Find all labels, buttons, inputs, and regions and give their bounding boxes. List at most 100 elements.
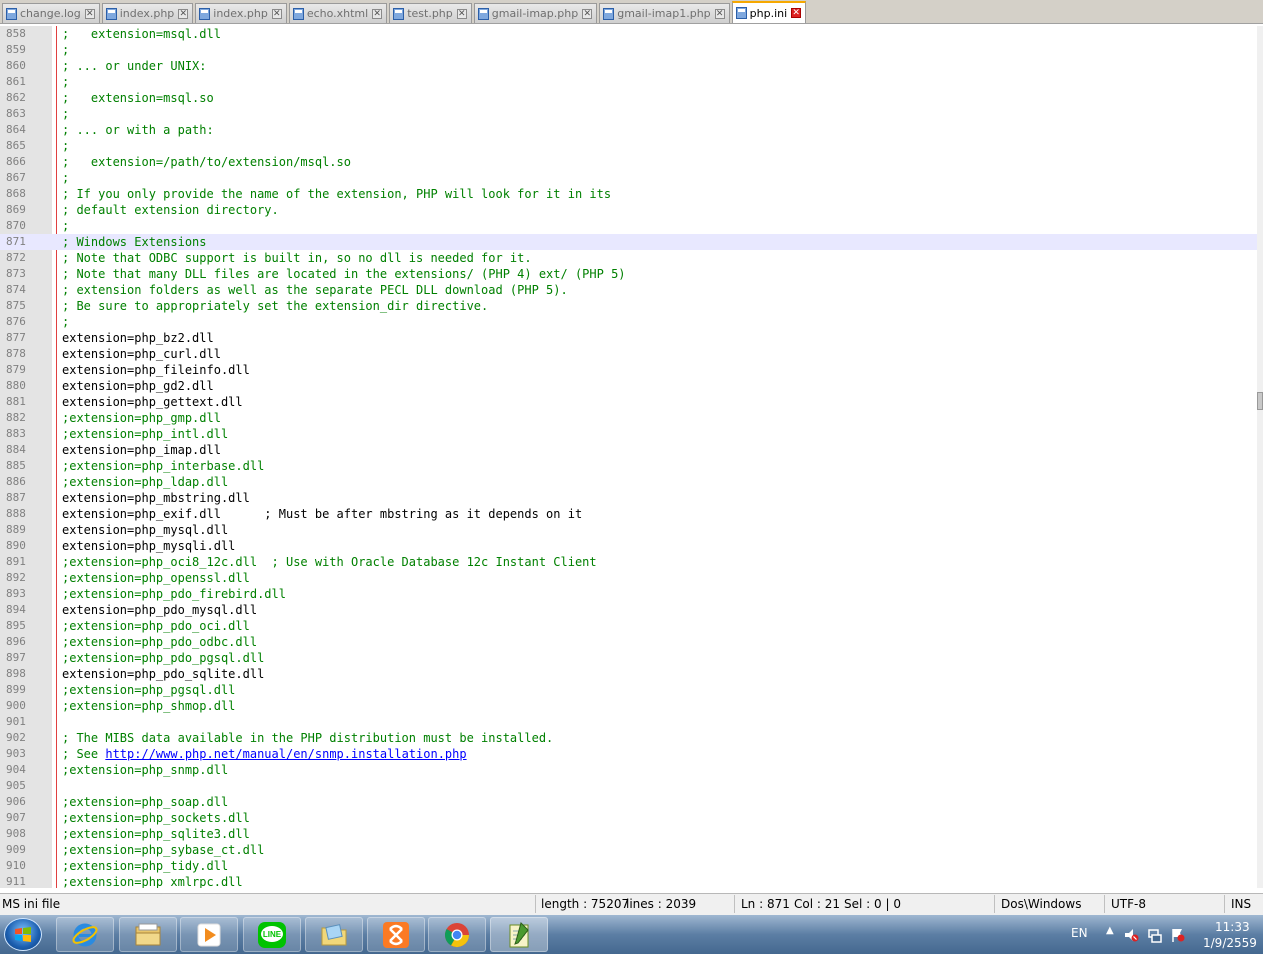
code-line[interactable]: 882 ;extension=php_gmp.dll — [0, 410, 1257, 426]
taskbar-file-explorer[interactable] — [119, 917, 177, 952]
code-line[interactable]: 870; — [0, 218, 1257, 234]
code-line[interactable]: 885 ;extension=php_interbase.dll — [0, 458, 1257, 474]
close-tab-icon[interactable]: ✕ — [791, 8, 802, 18]
code-content: ;extension=php_tidy.dll — [62, 859, 229, 873]
taskbar-internet-explorer[interactable] — [56, 917, 114, 952]
code-text: ; The MIBS data available in the PHP dis… — [62, 730, 553, 746]
code-line[interactable]: 872 ; Note that ODBC support is built in,… — [0, 250, 1257, 266]
code-line[interactable]: 907 ;extension=php_sockets.dll — [0, 810, 1257, 826]
code-line[interactable]: 878 extension=php_curl.dll — [0, 346, 1257, 362]
code-line[interactable]: 905 — [0, 778, 1257, 794]
code-line[interactable]: 898 extension=php_pdo_sqlite.dll — [0, 666, 1257, 682]
taskbar-chrome[interactable] — [428, 917, 486, 952]
code-line[interactable]: 896 ;extension=php_pdo_odbc.dll — [0, 634, 1257, 650]
tab-index-php[interactable]: index.php ✕ — [101, 3, 194, 23]
code-line[interactable]: 888 extension=php_exif.dll ; Must be afte… — [0, 506, 1257, 522]
taskbar-line[interactable]: LINE — [243, 917, 301, 952]
code-line[interactable]: 886 ;extension=php_ldap.dll — [0, 474, 1257, 490]
code-line[interactable]: 897 ;extension=php_pdo_pgsql.dll — [0, 650, 1257, 666]
vertical-scrollbar[interactable] — [1257, 26, 1263, 888]
code-line[interactable]: 906 ;extension=php_soap.dll — [0, 794, 1257, 810]
code-line[interactable]: 864 ; ... or with a path: — [0, 122, 1257, 138]
tab-gmail-imap1-php[interactable]: gmail-imap1.php ✕ — [599, 3, 730, 23]
code-line[interactable]: 909 ;extension=php_sybase_ct.dll — [0, 842, 1257, 858]
close-tab-icon[interactable]: ✕ — [178, 8, 189, 19]
tab-test-php[interactable]: test.php ✕ — [389, 3, 472, 23]
code-line[interactable]: 903 ; See http://www.php.net/manual/en/sn… — [0, 746, 1257, 762]
clock-time[interactable]: 11:33 — [1215, 920, 1250, 934]
code-line[interactable]: 879 extension=php_fileinfo.dll — [0, 362, 1257, 378]
code-line[interactable]: 895 ;extension=php_pdo_oci.dll — [0, 618, 1257, 634]
status-sel: Sel : 0 | 0 — [844, 897, 901, 911]
code-line[interactable]: 861; — [0, 74, 1257, 90]
code-line[interactable]: 904 ;extension=php_snmp.dll — [0, 762, 1257, 778]
code-text: extension=php_mbstring.dll — [62, 490, 250, 506]
code-line[interactable]: 902 ; The MIBS data available in the PHP … — [0, 730, 1257, 746]
scrollbar-thumb[interactable] — [1257, 392, 1263, 410]
close-tab-icon[interactable]: ✕ — [372, 8, 383, 19]
code-line[interactable]: 863; — [0, 106, 1257, 122]
code-line[interactable]: 883 ;extension=php_intl.dll — [0, 426, 1257, 442]
close-tab-icon[interactable]: ✕ — [582, 8, 593, 19]
code-line[interactable]: 891 ;extension=php_oci8_12c.dll ; Use wit… — [0, 554, 1257, 570]
code-hyperlink[interactable]: http://www.php.net/manual/en/snmp.instal… — [105, 747, 466, 761]
tab-gmail-imap-php[interactable]: gmail-imap.php ✕ — [473, 3, 598, 23]
taskbar-notepadpp[interactable] — [490, 917, 548, 952]
code-line[interactable]: 866 ; extension=/path/to/extension/msql.s… — [0, 154, 1257, 170]
code-line[interactable]: 901 — [0, 714, 1257, 730]
volume-muted-icon[interactable] — [1123, 927, 1139, 943]
code-line[interactable]: 868 ; If you only provide the name of the… — [0, 186, 1257, 202]
show-hidden-icons-icon[interactable]: ▲ — [1106, 925, 1114, 936]
code-line[interactable]: 899 ;extension=php_pgsql.dll — [0, 682, 1257, 698]
tab-label: gmail-imap.php — [491, 7, 579, 20]
code-content: ; If you only provide the name of the ex… — [62, 187, 612, 201]
code-line[interactable]: 875 ; Be sure to appropriately set the ex… — [0, 298, 1257, 314]
close-tab-icon[interactable]: ✕ — [456, 8, 467, 19]
start-button[interactable] — [4, 918, 42, 951]
network-icon[interactable] — [1147, 927, 1163, 943]
taskbar-folder[interactable] — [305, 917, 363, 952]
code-line[interactable]: 862 ; extension=msql.so — [0, 90, 1257, 106]
code-content: extension=php_mysql.dll — [62, 523, 229, 537]
code-line[interactable]: 869 ; default extension directory. — [0, 202, 1257, 218]
action-center-flag-icon[interactable] — [1170, 927, 1186, 943]
code-line[interactable]: 860 ; ... or under UNIX: — [0, 58, 1257, 74]
code-line[interactable]: 880 extension=php_gd2.dll — [0, 378, 1257, 394]
close-tab-icon[interactable]: ✕ — [84, 8, 95, 19]
code-line[interactable]: 890 extension=php_mysqli.dll — [0, 538, 1257, 554]
code-line[interactable]: 858 ; extension=msql.dll — [0, 26, 1257, 42]
code-line[interactable]: 871 ; Windows Extensions — [0, 234, 1257, 250]
language-indicator[interactable]: EN — [1071, 926, 1088, 940]
code-line[interactable]: 865; — [0, 138, 1257, 154]
code-line[interactable]: 911 ;extension=php_xmlrpc.dll — [0, 874, 1257, 888]
code-line[interactable]: 889 extension=php_mysql.dll — [0, 522, 1257, 538]
code-line[interactable]: 873 ; Note that many DLL files are locate… — [0, 266, 1257, 282]
taskbar-xampp[interactable] — [367, 917, 425, 952]
code-line[interactable]: 910 ;extension=php_tidy.dll — [0, 858, 1257, 874]
code-content: ;extension=php_shmop.dll — [62, 699, 236, 713]
tab-label: index.php — [213, 7, 268, 20]
code-line[interactable]: 884 extension=php_imap.dll — [0, 442, 1257, 458]
code-line[interactable]: 893 ;extension=php_pdo_firebird.dll — [0, 586, 1257, 602]
code-line[interactable]: 874 ; extension folders as well as the se… — [0, 282, 1257, 298]
tab-change-log[interactable]: change.log ✕ — [2, 3, 100, 23]
code-line[interactable]: 877 extension=php_bz2.dll — [0, 330, 1257, 346]
code-line[interactable]: 887 extension=php_mbstring.dll — [0, 490, 1257, 506]
code-line[interactable]: 894 extension=php_pdo_mysql.dll — [0, 602, 1257, 618]
code-line[interactable]: 867; — [0, 170, 1257, 186]
taskbar-media-player[interactable] — [180, 917, 238, 952]
close-tab-icon[interactable]: ✕ — [271, 8, 282, 19]
code-editor[interactable]: 858; extension=msql.dll 859; 860; ... or u… — [0, 26, 1257, 888]
code-line[interactable]: 859; — [0, 42, 1257, 58]
tab-echo-xhtml[interactable]: echo.xhtml ✕ — [288, 3, 388, 23]
code-line[interactable]: 892 ;extension=php_openssl.dll — [0, 570, 1257, 586]
close-tab-icon[interactable]: ✕ — [714, 8, 725, 19]
code-line[interactable]: 908 ;extension=php_sqlite3.dll — [0, 826, 1257, 842]
code-line[interactable]: 876; — [0, 314, 1257, 330]
code-line[interactable]: 881 extension=php_gettext.dll — [0, 394, 1257, 410]
clock-date[interactable]: 1/9/2559 — [1203, 936, 1257, 950]
line-number: 890 — [6, 539, 26, 552]
code-line[interactable]: 900 ;extension=php_shmop.dll — [0, 698, 1257, 714]
tab-php-ini[interactable]: php.ini ✕ — [731, 1, 807, 23]
tab-index-php[interactable]: index.php ✕ — [195, 3, 287, 23]
